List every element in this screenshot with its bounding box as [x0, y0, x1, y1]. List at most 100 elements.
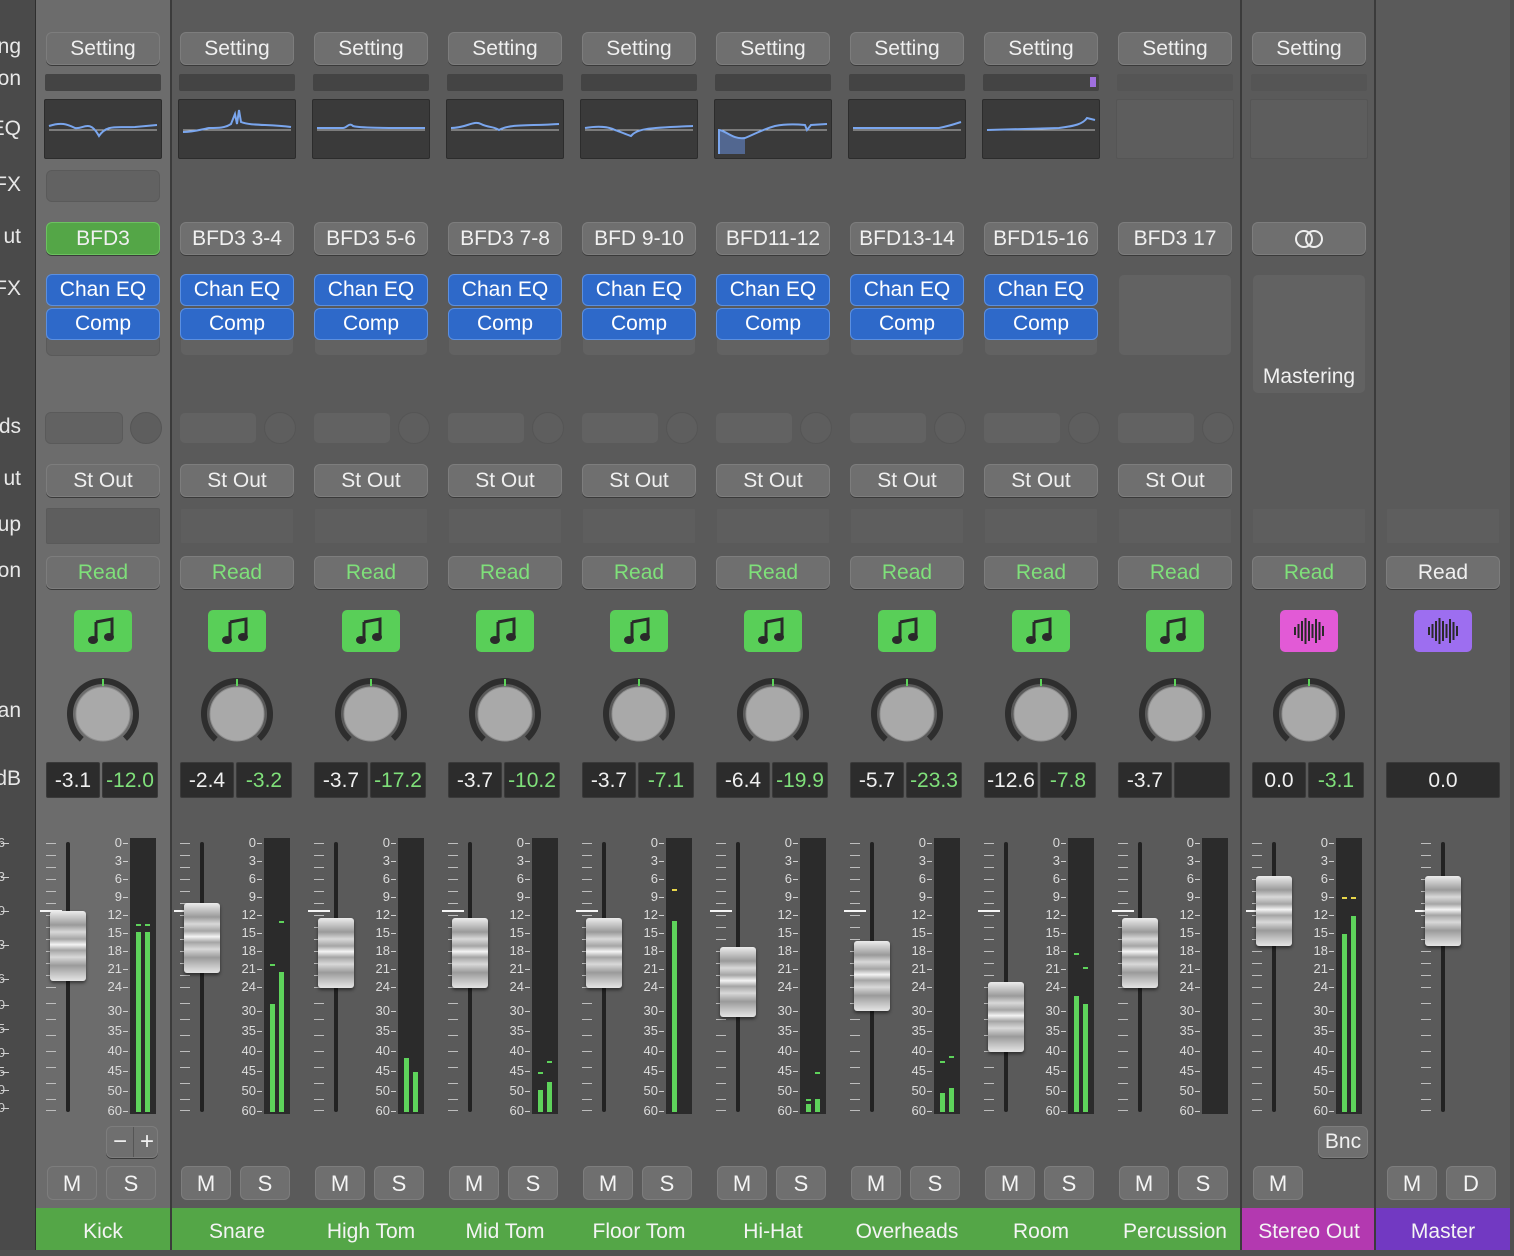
output-button[interactable]: St Out [448, 464, 562, 497]
input-slot[interactable]: BFD3 5-6 [314, 222, 428, 255]
eq-thumbnail[interactable] [446, 99, 564, 159]
solo-button[interactable]: S [642, 1166, 692, 1200]
volume-readout[interactable]: -6.4 [716, 762, 770, 798]
mute-button[interactable]: M [985, 1166, 1035, 1200]
peak-readout[interactable]: -10.2 [504, 762, 560, 798]
channel-eq-plugin[interactable]: Chan EQ [448, 274, 562, 306]
group-slot[interactable] [46, 508, 160, 544]
input-slot[interactable]: BFD3 3-4 [180, 222, 294, 255]
output-button[interactable]: St Out [716, 464, 830, 497]
channel-eq-plugin[interactable]: Chan EQ [582, 274, 696, 306]
pan-knob[interactable] [468, 677, 542, 751]
channel-name[interactable]: High Tom [304, 1208, 438, 1250]
channel-name[interactable]: Room [974, 1208, 1108, 1250]
volume-readout[interactable]: -3.7 [1118, 762, 1172, 798]
volume-readout[interactable]: -3.7 [448, 762, 502, 798]
solo-button[interactable]: S [508, 1166, 558, 1200]
group-slot[interactable] [448, 508, 562, 544]
volume-fader[interactable] [318, 917, 354, 988]
channel-eq-plugin[interactable]: Chan EQ [46, 274, 160, 306]
group-slot[interactable] [314, 508, 428, 544]
setting-button[interactable]: Setting [1118, 32, 1232, 65]
send-slot[interactable] [849, 412, 927, 444]
music-note-icon[interactable] [208, 610, 266, 652]
automation-mode-button[interactable]: Read [46, 556, 160, 589]
peak-readout[interactable]: -7.1 [638, 762, 694, 798]
volume-readout[interactable]: -3.7 [582, 762, 636, 798]
channel-strip-kick[interactable]: Setting BFD3 Chan EQ Comp St Out Read -3.1 -12.… [36, 0, 170, 1250]
channel-strip-overheads[interactable]: Setting BFD13-14 Chan EQ Comp St Out Read -5.7… [840, 0, 974, 1250]
stereo-link-button[interactable] [1252, 222, 1366, 255]
music-note-icon[interactable] [1012, 610, 1070, 652]
send-level-knob[interactable] [800, 412, 832, 444]
pan-knob[interactable] [736, 677, 810, 751]
automation-mode-button[interactable]: Read [314, 556, 428, 589]
audio-fx-slot-empty[interactable] [448, 338, 562, 356]
send-level-knob[interactable] [130, 412, 162, 444]
output-button[interactable]: St Out [984, 464, 1098, 497]
peak-readout[interactable]: -7.8 [1040, 762, 1096, 798]
input-slot[interactable]: BFD 9-10 [582, 222, 696, 255]
volume-fader[interactable] [184, 903, 220, 974]
input-slot[interactable]: BFD3 17 [1118, 222, 1232, 255]
channel-strip-snare[interactable]: Setting BFD3 3-4 Chan EQ Comp St Out Read -2.4… [170, 0, 304, 1250]
eq-thumbnail[interactable] [44, 99, 162, 159]
channel-eq-plugin[interactable]: Chan EQ [984, 274, 1098, 306]
audio-fx-slot-empty[interactable] [314, 338, 428, 356]
solo-button[interactable]: S [240, 1166, 290, 1200]
compressor-plugin[interactable]: Comp [180, 308, 294, 340]
setting-button[interactable]: Setting [1252, 32, 1366, 65]
channel-name[interactable]: Overheads [840, 1208, 974, 1250]
setting-button[interactable]: Setting [850, 32, 964, 65]
eq-thumbnail[interactable] [312, 99, 430, 159]
mute-button[interactable]: M [717, 1166, 767, 1200]
remove-button[interactable]: − [107, 1127, 133, 1157]
pan-knob[interactable] [1272, 677, 1346, 751]
compressor-plugin[interactable]: Comp [314, 308, 428, 340]
mute-button[interactable]: M [47, 1166, 97, 1200]
group-slot[interactable] [984, 508, 1098, 544]
mute-button[interactable]: M [583, 1166, 633, 1200]
peak-readout[interactable]: -17.2 [370, 762, 426, 798]
peak-readout[interactable]: -12.0 [102, 762, 158, 798]
send-slot[interactable] [45, 412, 123, 444]
channel-eq-plugin[interactable]: Chan EQ [314, 274, 428, 306]
automation-mode-button[interactable]: Read [582, 556, 696, 589]
peak-readout[interactable]: -23.3 [906, 762, 962, 798]
channel-strip-floor-tom[interactable]: Setting BFD 9-10 Chan EQ Comp St Out Read -3.7… [572, 0, 706, 1250]
audio-fx-slot-empty[interactable] [984, 338, 1098, 356]
channel-strip-master[interactable]: Read 0.0 M D Master [1376, 0, 1510, 1250]
channel-eq-plugin[interactable]: Chan EQ [180, 274, 294, 306]
group-slot[interactable] [1252, 508, 1366, 544]
music-note-icon[interactable] [476, 610, 534, 652]
volume-readout[interactable]: -3.1 [46, 762, 100, 798]
waveform-icon[interactable] [1280, 610, 1338, 652]
send-slot[interactable] [313, 412, 391, 444]
mute-button[interactable]: M [851, 1166, 901, 1200]
channel-strip-mid-tom[interactable]: Setting BFD3 7-8 Chan EQ Comp St Out Read -3.7… [438, 0, 572, 1250]
setting-button[interactable]: Setting [716, 32, 830, 65]
audio-fx-slot-empty[interactable] [180, 338, 294, 356]
pan-knob[interactable] [66, 677, 140, 751]
solo-button[interactable]: S [1044, 1166, 1094, 1200]
volume-readout[interactable]: 0.0 [1252, 762, 1306, 798]
send-level-knob[interactable] [666, 412, 698, 444]
compressor-plugin[interactable]: Comp [448, 308, 562, 340]
pan-knob[interactable] [602, 677, 676, 751]
volume-fader[interactable] [854, 940, 890, 1011]
automation-mode-button[interactable]: Read [716, 556, 830, 589]
solo-button[interactable]: S [374, 1166, 424, 1200]
send-level-knob[interactable] [532, 412, 564, 444]
dim-button[interactable]: D [1446, 1166, 1496, 1200]
automation-mode-button[interactable]: Read [1118, 556, 1232, 589]
send-slot[interactable] [983, 412, 1061, 444]
volume-fader[interactable] [1122, 917, 1158, 988]
group-slot[interactable] [1386, 508, 1500, 544]
channel-name[interactable]: Snare [170, 1208, 304, 1250]
volume-fader[interactable] [988, 982, 1024, 1053]
audio-fx-slot-empty[interactable] [582, 338, 696, 356]
automation-mode-button[interactable]: Read [1386, 556, 1500, 589]
pan-knob[interactable] [200, 677, 274, 751]
volume-fader[interactable] [586, 917, 622, 988]
channel-eq-plugin[interactable]: Chan EQ [850, 274, 964, 306]
